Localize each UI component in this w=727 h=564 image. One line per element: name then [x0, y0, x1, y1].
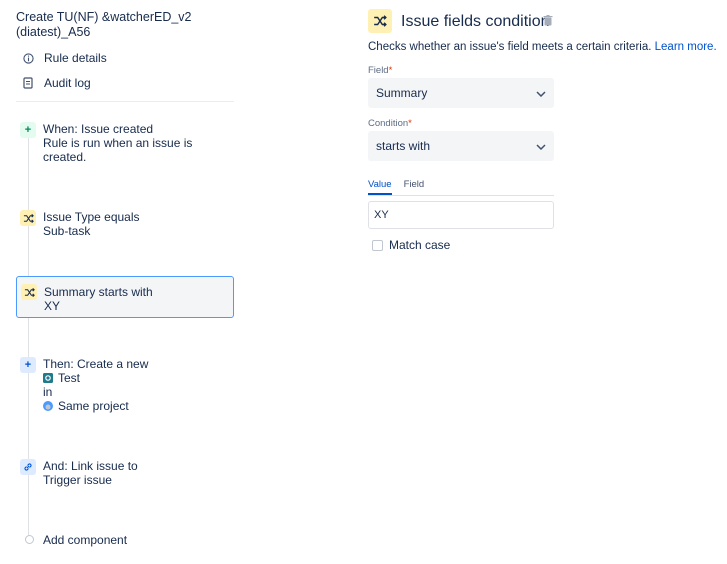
required-marker: * [408, 118, 412, 129]
value-tabs: Value Field [368, 179, 554, 196]
condition-select[interactable]: starts with [368, 131, 554, 161]
nav-rule-details-label: Rule details [44, 51, 107, 65]
trigger-desc-2: created. [43, 150, 87, 164]
match-case-label: Match case [389, 238, 451, 252]
condition-label-text: Condition [368, 118, 409, 129]
rule-title: Create TU(NF) &watcherED_v2 (diatest)_A5… [16, 10, 192, 39]
shuffle-icon [368, 9, 392, 33]
plus-icon: + [20, 122, 36, 138]
tab-field[interactable]: Field [404, 179, 425, 195]
component-condition-issue-type[interactable]: Issue Type equals Sub-task [16, 210, 234, 242]
condition2-title: Summary starts with [44, 285, 153, 299]
required-marker: * [388, 65, 393, 76]
nav-audit-log-label: Audit log [44, 76, 91, 90]
action1-in: in [43, 385, 53, 399]
add-component-dot [25, 535, 34, 544]
action2-target: Trigger issue [43, 473, 112, 487]
learn-more-link[interactable]: Learn more. [655, 41, 717, 53]
match-case-checkbox[interactable] [372, 240, 383, 251]
panel-description: Checks whether an issue's field meets a … [368, 41, 717, 53]
action1-issue-type: Test [58, 371, 81, 385]
field-select[interactable]: Summary [368, 78, 554, 108]
shuffle-icon [20, 210, 36, 226]
clipboard-icon [22, 77, 34, 89]
component-action-link-issue[interactable]: And: Link issue to Trigger issue [16, 459, 234, 491]
field-select-value: Summary [376, 86, 428, 100]
action1-title: Then: Create a new [43, 357, 149, 371]
trigger-title: When: Issue created [43, 122, 154, 136]
tab-value[interactable]: Value [368, 179, 392, 195]
condition-select-value: starts with [376, 139, 431, 153]
field-label-text: Field [368, 65, 389, 76]
link-icon [20, 459, 36, 475]
value-input[interactable] [368, 201, 554, 229]
test-issue-type-icon [43, 372, 53, 383]
info-icon [22, 52, 34, 64]
chevron-down-icon [536, 86, 546, 100]
trash-icon[interactable] [543, 15, 555, 27]
plus-icon: + [20, 357, 36, 373]
add-component-link[interactable]: Add component [43, 533, 127, 547]
condition-label: Condition* [368, 118, 412, 129]
action1-project: Same project [58, 399, 129, 413]
field-label: Field* [368, 65, 392, 76]
component-action-create-issue[interactable]: + Then: Create a new Test in Same projec… [16, 357, 234, 417]
panel-title: Issue fields condition [401, 13, 550, 30]
condition1-title: Issue Type equals [43, 210, 140, 224]
condition1-value: Sub-task [43, 224, 91, 238]
condition2-value: XY [44, 299, 61, 313]
chevron-down-icon [536, 139, 546, 153]
component-trigger[interactable]: + When: Issue created Rule is run when a… [16, 122, 234, 168]
component-condition-summary[interactable]: Summary starts with XY [16, 276, 234, 318]
action2-title: And: Link issue to [43, 459, 138, 473]
nav-audit-log[interactable]: Audit log [22, 76, 91, 90]
nav-rule-details[interactable]: Rule details [22, 51, 107, 65]
shuffle-icon [21, 284, 37, 300]
sidebar-divider [16, 101, 234, 102]
trigger-desc-1: Rule is run when an issue is [43, 136, 193, 150]
project-avatar-icon [43, 400, 53, 411]
panel-description-text: Checks whether an issue's field meets a … [368, 41, 652, 53]
